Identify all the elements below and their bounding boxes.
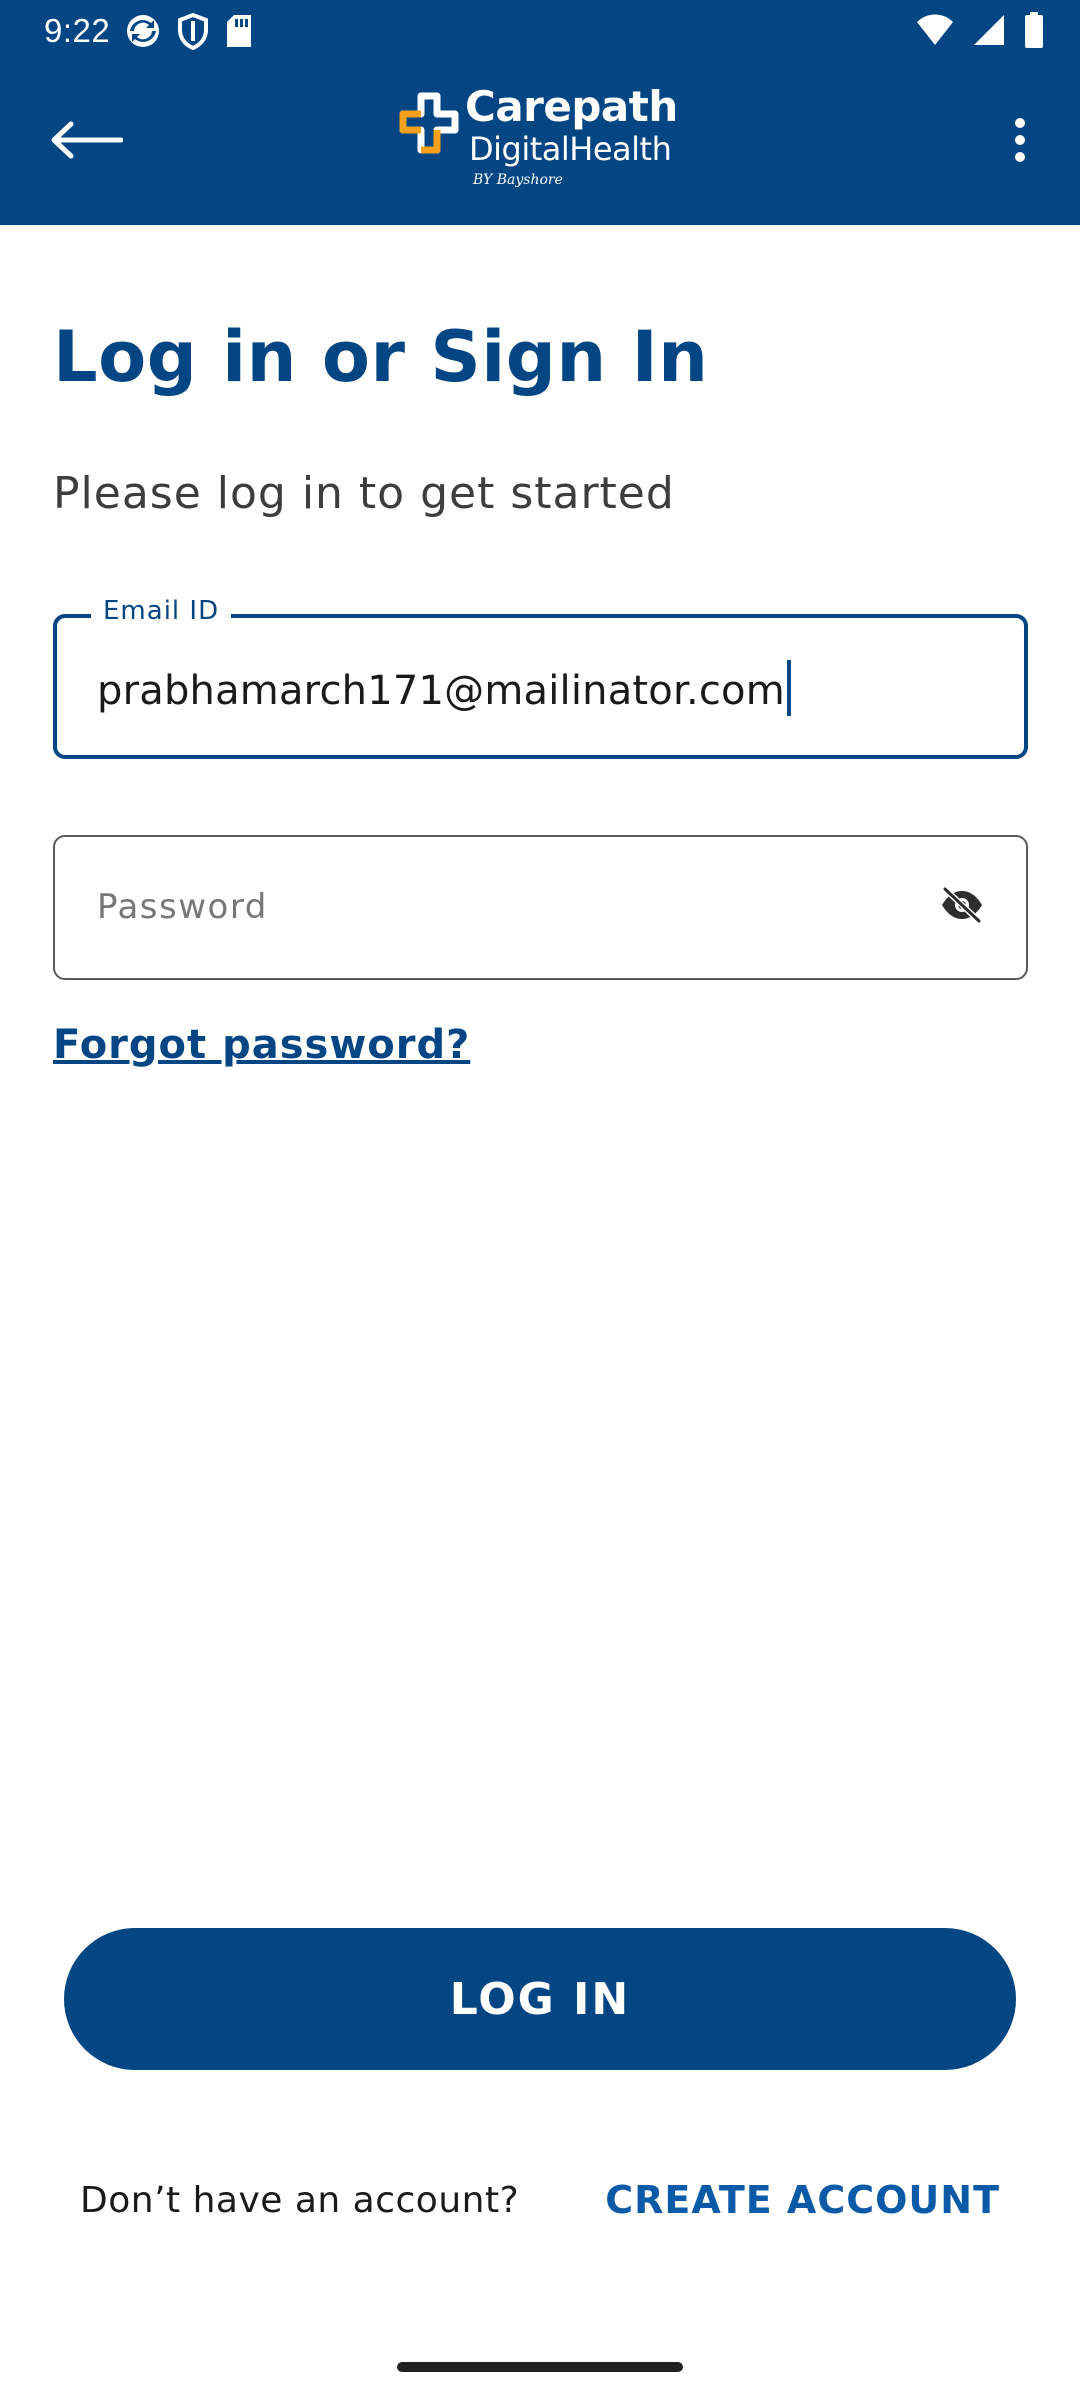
email-field[interactable]: Email ID prabhamarch171@mailinator.com [53, 596, 1028, 759]
forgot-password-link[interactable]: Forgot password? [53, 1022, 470, 1068]
text-cursor [786, 660, 791, 716]
carepath-logo: Carepath DigitalHealth BY Bayshore [395, 82, 695, 192]
logo-byline: BY Bayshore [473, 172, 563, 188]
wifi-icon [916, 13, 954, 52]
status-bar: 9:22 [0, 0, 1080, 62]
signal-icon [972, 13, 1006, 52]
no-account-text: Don’t have an account? [80, 2180, 520, 2221]
email-field-value[interactable]: prabhamarch171@mailinator.com [97, 660, 791, 716]
sync-icon [124, 12, 162, 55]
shield-icon [176, 12, 210, 55]
email-field-label: Email ID [91, 596, 232, 626]
status-time: 9:22 [44, 12, 111, 49]
status-icons-left [124, 12, 254, 55]
visibility-off-icon [939, 885, 985, 928]
create-account-link[interactable]: CREATE ACCOUNT [605, 2178, 1000, 2222]
app-bar: Carepath DigitalHealth BY Bayshore [0, 62, 1080, 225]
logo-line1: Carepath [465, 82, 678, 131]
home-indicator[interactable] [397, 2362, 683, 2372]
logo-line2: DigitalHealth [469, 130, 672, 168]
battery-icon [1024, 12, 1044, 53]
email-value-text: prabhamarch171@mailinator.com [97, 668, 785, 714]
sd-card-icon [224, 12, 254, 55]
password-field[interactable]: Password [53, 835, 1028, 980]
carepath-cross-icon [399, 92, 459, 154]
overflow-menu-button[interactable] [990, 107, 1050, 177]
password-placeholder: Password [97, 887, 268, 927]
page-subtitle: Please log in to get started [53, 468, 675, 519]
password-visibility-toggle[interactable] [932, 882, 992, 932]
more-vertical-icon [1013, 117, 1027, 168]
arrow-left-icon [49, 120, 124, 165]
status-icons-right [916, 12, 1044, 53]
page-title: Log in or Sign In [53, 316, 709, 398]
back-button[interactable] [36, 107, 136, 177]
login-button[interactable]: LOG IN [64, 1928, 1016, 2070]
